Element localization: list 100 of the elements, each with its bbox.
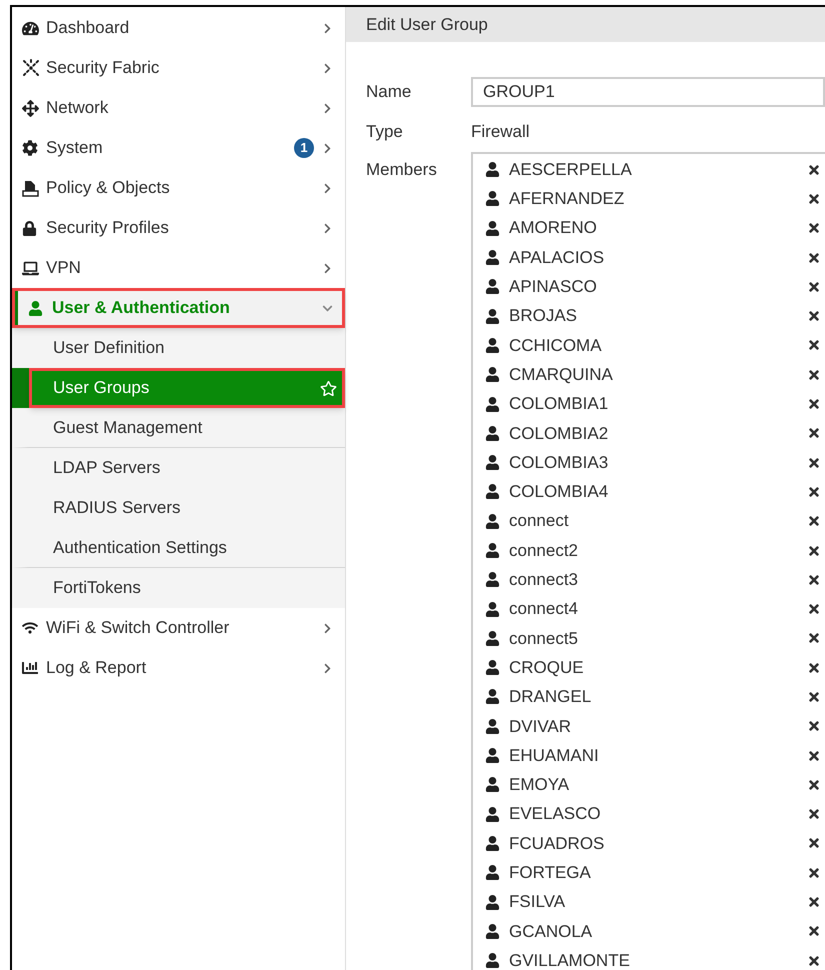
chevron-right-icon: [322, 622, 333, 634]
user-icon: [485, 689, 500, 704]
nav-item[interactable]: Log & Report: [12, 648, 345, 688]
member-name: DVIVAR: [509, 716, 572, 738]
chevron-right-icon: [322, 222, 333, 234]
member-name: AMORENO: [509, 217, 598, 240]
user-icon: [485, 191, 500, 206]
remove-icon[interactable]: [807, 895, 821, 910]
user-icon: [485, 426, 500, 441]
field-label: Members: [366, 159, 438, 181]
member-name: APALACIOS: [509, 246, 606, 269]
nav-item[interactable]: Security Profiles: [12, 208, 345, 248]
member-name: CROQUE: [509, 656, 585, 679]
nav-item[interactable]: Network: [12, 88, 345, 128]
fabric-icon: [22, 59, 40, 77]
user-icon: [485, 924, 500, 939]
nav-item[interactable]: WiFi & Switch Controller: [12, 608, 345, 648]
member-name: DRANGEL: [509, 686, 592, 708]
remove-icon[interactable]: [807, 631, 821, 646]
member-name: AESCERPELLA: [509, 158, 633, 181]
member-name: FORTEGA: [509, 862, 592, 884]
remove-icon[interactable]: [807, 484, 821, 499]
submenu-item[interactable]: Authentication Settings: [12, 528, 345, 568]
remove-icon[interactable]: [807, 192, 821, 206]
remove-icon[interactable]: [807, 221, 821, 236]
user-icon: [485, 777, 500, 792]
remove-icon[interactable]: [807, 514, 821, 528]
user-icon: [485, 953, 500, 968]
chevron-right-icon: [322, 182, 333, 194]
user-icon: [485, 630, 500, 646]
remove-icon[interactable]: [807, 660, 821, 675]
chevron-right-icon: [322, 662, 333, 674]
remove-icon[interactable]: [807, 719, 821, 734]
remove-icon[interactable]: [807, 162, 821, 177]
user-icon: [485, 338, 500, 353]
user-icon: [485, 543, 500, 558]
user-icon: [485, 308, 500, 324]
member-name: connect3: [509, 569, 579, 592]
user-icon: [485, 162, 500, 178]
name-field[interactable]: GROUP1: [471, 77, 825, 107]
nav-item[interactable]: VPN: [12, 248, 345, 288]
remove-icon[interactable]: [807, 924, 821, 938]
user-icon: [485, 718, 500, 734]
remove-icon[interactable]: [807, 397, 821, 412]
remove-icon[interactable]: [807, 602, 821, 616]
remove-icon[interactable]: [807, 368, 821, 382]
remove-icon[interactable]: [807, 748, 821, 763]
remove-icon[interactable]: [807, 572, 821, 587]
policy-icon: [22, 180, 39, 196]
remove-icon[interactable]: [807, 954, 821, 968]
star-icon[interactable]: [320, 380, 337, 396]
remove-icon[interactable]: [807, 544, 821, 558]
submenu-item[interactable]: Guest Management: [12, 408, 345, 448]
panel-header: Edit User Group: [346, 7, 825, 42]
remove-icon[interactable]: [807, 338, 821, 352]
remove-icon[interactable]: [807, 250, 821, 265]
user-icon: [485, 367, 500, 382]
laptop-icon: [22, 260, 39, 276]
member-name: GCANOLA: [509, 920, 594, 943]
user-icon: [485, 572, 500, 588]
lock-icon: [22, 220, 37, 236]
nav-item[interactable]: System 1: [12, 128, 345, 168]
remove-icon[interactable]: [807, 280, 821, 294]
member-name: COLOMBIA4: [509, 481, 610, 504]
user-icon: [485, 806, 500, 822]
user-icon: [485, 894, 500, 910]
remove-icon[interactable]: [807, 690, 821, 704]
member-name: APINASCO: [509, 276, 598, 298]
submenu-item[interactable]: RADIUS Servers: [12, 488, 345, 528]
user-icon: [485, 220, 500, 236]
remove-icon[interactable]: [807, 807, 821, 822]
member-name: connect4: [509, 598, 579, 620]
remove-icon[interactable]: [807, 456, 821, 470]
member-name: connect5: [509, 628, 579, 650]
user-icon: [485, 279, 500, 294]
nav-item[interactable]: Dashboard: [12, 8, 345, 48]
type-value: Firewall: [471, 121, 530, 144]
nav-item[interactable]: Security Fabric: [12, 48, 345, 88]
remove-icon[interactable]: [807, 426, 821, 440]
remove-icon[interactable]: [807, 866, 821, 880]
wifi-icon: [22, 620, 38, 636]
remove-icon[interactable]: [807, 309, 821, 324]
remove-icon[interactable]: [807, 778, 821, 792]
nav-item[interactable]: User & Authentication: [12, 288, 345, 328]
nav-item[interactable]: Policy & Objects: [12, 168, 345, 208]
submenu-item[interactable]: User Groups: [12, 368, 345, 408]
submenu-item[interactable]: User Definition: [12, 328, 345, 368]
member-name: BROJAS: [509, 305, 578, 328]
user-icon: [485, 484, 500, 500]
submenu-item[interactable]: LDAP Servers: [12, 448, 345, 488]
chevron-down-icon: [322, 302, 333, 314]
member-name: AFERNANDEZ: [509, 188, 626, 210]
field-label: Type: [366, 121, 404, 144]
arrows-icon: [22, 100, 39, 116]
field-label: Name: [366, 81, 412, 104]
remove-icon[interactable]: [807, 836, 821, 850]
chevron-right-icon: [322, 62, 333, 74]
dashboard-icon: [22, 20, 39, 36]
submenu-item[interactable]: FortiTokens: [12, 568, 345, 608]
user-icon: [485, 396, 500, 412]
